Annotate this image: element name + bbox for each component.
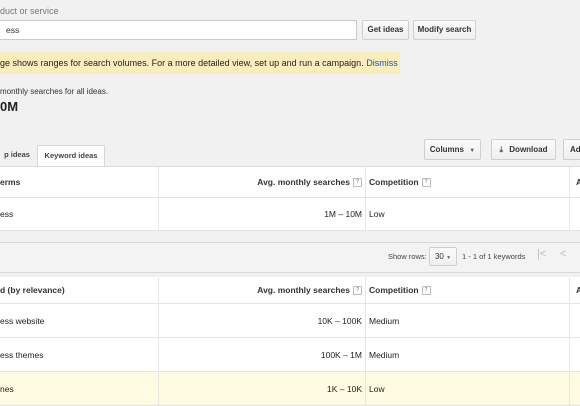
- previous-page-icon[interactable]: <: [560, 248, 566, 260]
- column-divider: [365, 198, 366, 230]
- column-divider: [158, 167, 159, 197]
- download-button[interactable]: ⤓ Download: [491, 139, 556, 160]
- table-row[interactable]: nes 1K – 10K Low: [0, 372, 580, 406]
- download-label: Download: [509, 145, 548, 154]
- competition-cell: Medium: [369, 315, 400, 326]
- column-divider: [365, 372, 366, 405]
- question-icon[interactable]: ?: [421, 177, 431, 187]
- tab-keyword-ideas[interactable]: Keyword ideas: [37, 145, 105, 166]
- avg-searches-label: Avg. monthly searches: [257, 177, 350, 187]
- keyword-cell: ess themes: [0, 349, 44, 360]
- first-page-icon[interactable]: |<: [537, 248, 546, 260]
- dismiss-link[interactable]: Dismiss: [366, 58, 398, 68]
- competition-cell: Low: [369, 209, 385, 219]
- column-divider: [365, 304, 366, 337]
- column-divider: [365, 277, 366, 303]
- search-terms-header-row: erms Avg. monthly searches ? Competition…: [0, 167, 580, 198]
- column-header-extra: A: [576, 285, 580, 295]
- question-icon[interactable]: ?: [353, 285, 362, 295]
- keyword-cell: nes: [0, 383, 14, 394]
- table-row[interactable]: ess website 10K – 100K Medium: [0, 304, 580, 338]
- page-range-text: 1 - 1 of 1 keywords: [462, 252, 526, 261]
- ideas-header-row: d (by relevance) Avg. monthly searches ?…: [0, 277, 580, 304]
- column-header-keyword: d (by relevance): [0, 285, 65, 295]
- columns-button[interactable]: Columns ▼: [424, 139, 481, 160]
- add-label: Ad: [570, 145, 580, 154]
- column-divider: [158, 277, 159, 303]
- columns-label: Columns: [429, 145, 465, 154]
- chevron-down-icon: ▼: [446, 255, 452, 261]
- column-divider: [158, 372, 159, 405]
- avg-searches-label: Avg. monthly searches: [257, 285, 350, 295]
- search-field-label: duct or service: [0, 6, 59, 16]
- rows-value: 30: [434, 252, 444, 261]
- summary-caption: monthly searches for all ideas.: [0, 87, 109, 96]
- pagination-bar: Show rows: 30 ▼ 1 - 1 of 1 keywords |< <: [0, 242, 580, 273]
- rows-per-page-select[interactable]: 30 ▼: [429, 247, 457, 266]
- column-header-competition[interactable]: Competition ?: [369, 167, 431, 197]
- question-icon[interactable]: ?: [421, 285, 431, 295]
- question-icon[interactable]: ?: [353, 177, 362, 187]
- column-divider: [569, 167, 570, 197]
- competition-label: Competition: [369, 285, 419, 295]
- column-divider: [569, 338, 570, 371]
- keyword-cell: ess: [0, 209, 14, 219]
- column-divider: [569, 198, 570, 230]
- table-row[interactable]: ess themes 100K – 1M Medium: [0, 338, 580, 372]
- column-divider: [365, 338, 366, 371]
- column-divider: [158, 198, 159, 230]
- notice-text: ge shows ranges for search volumes. For …: [0, 58, 364, 68]
- modify-search-button[interactable]: Modify search: [413, 20, 476, 40]
- get-ideas-button[interactable]: Get ideas: [362, 20, 409, 40]
- column-header-extra: A: [576, 177, 580, 187]
- table-row[interactable]: ess 1M – 10M Low: [0, 198, 580, 231]
- competition-cell: Medium: [369, 349, 400, 360]
- search-input[interactable]: ess: [0, 20, 357, 40]
- column-divider: [158, 304, 159, 337]
- column-header-terms: erms: [0, 177, 21, 187]
- tab-group-ideas[interactable]: p ideas: [0, 145, 34, 165]
- summary-value: 0M: [0, 99, 19, 114]
- competition-cell: Low: [369, 383, 385, 394]
- download-icon: ⤓: [499, 145, 504, 154]
- column-header-avg-searches[interactable]: Avg. monthly searches ?: [160, 277, 362, 303]
- column-divider: [569, 372, 570, 405]
- chevron-down-icon: ▼: [469, 148, 476, 154]
- searches-cell: 1K – 10K: [327, 383, 362, 394]
- column-divider: [158, 338, 159, 371]
- notice-banner: ge shows ranges for search volumes. For …: [0, 52, 400, 74]
- searches-cell: 1M – 10M: [324, 209, 362, 219]
- column-divider: [569, 304, 570, 337]
- column-divider: [365, 167, 366, 197]
- add-button[interactable]: Ad: [563, 139, 580, 160]
- searches-cell: 10K – 100K: [317, 315, 362, 326]
- show-rows-label: Show rows:: [388, 252, 427, 261]
- column-divider: [569, 277, 570, 303]
- searches-cell: 100K – 1M: [320, 349, 362, 360]
- column-header-competition[interactable]: Competition ?: [369, 277, 431, 303]
- competition-label: Competition: [369, 177, 419, 187]
- keyword-cell: ess website: [0, 315, 45, 326]
- column-header-avg-searches[interactable]: Avg. monthly searches ?: [160, 167, 362, 197]
